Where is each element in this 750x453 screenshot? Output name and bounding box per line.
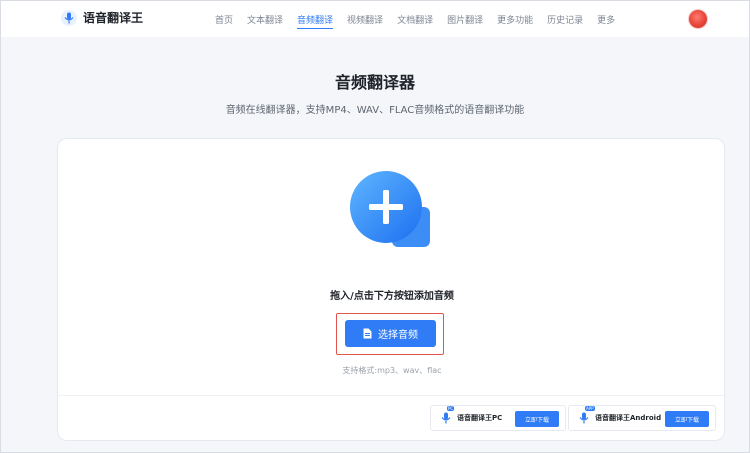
upload-card[interactable]: 拖入/点击下方按钮添加音频 选择音频 支持格式:mp3、wav、flac PC …	[57, 138, 725, 441]
nav-item-more[interactable]: 更多	[597, 13, 615, 26]
brand-logo[interactable]: 语音翻译王	[61, 9, 143, 26]
nav-item-audio-translate[interactable]: 音频翻译	[297, 13, 334, 29]
download-android-button[interactable]: 立即下载	[665, 411, 709, 427]
main-nav: 首页 文本翻译 音频翻译 视频翻译 文档翻译 图片翻译 更多功能 历史记录 更多	[215, 13, 615, 29]
page-title: 音频翻译器	[334, 73, 415, 92]
download-android-banner: APP 语音翻译王Android 立即下载	[568, 405, 716, 431]
select-audio-button[interactable]: 选择音频	[345, 320, 436, 347]
download-pc-banner: PC 语音翻译王PC 立即下载	[430, 405, 566, 431]
page-subtitle: 音频在线翻译器，支持MP4、WAV、FLAC音频格式的语音翻译功能	[225, 105, 525, 116]
user-avatar[interactable]	[689, 10, 707, 28]
microphone-logo-icon	[61, 9, 77, 26]
download-pc-button[interactable]: 立即下载	[515, 411, 559, 427]
microphone-pc-icon: PC	[439, 406, 455, 425]
card-divider	[58, 395, 724, 396]
download-pc-name: 语音翻译王PC	[457, 414, 503, 422]
nav-item-more-features[interactable]: 更多功能	[497, 13, 533, 26]
nav-item-text-translate[interactable]: 文本翻译	[247, 13, 283, 26]
brand-name: 语音翻译王	[83, 11, 144, 25]
add-file-icon[interactable]	[348, 171, 434, 251]
nav-item-image-translate[interactable]: 图片翻译	[447, 13, 483, 26]
nav-item-history[interactable]: 历史记录	[547, 13, 583, 26]
nav-item-document-translate[interactable]: 文档翻译	[397, 13, 433, 26]
download-android-name: 语音翻译王Android	[595, 414, 662, 422]
drop-hint-text: 拖入/点击下方按钮添加音频	[330, 291, 454, 302]
nav-item-video-translate[interactable]: 视频翻译	[347, 13, 383, 26]
pc-badge: PC	[447, 406, 455, 411]
supported-formats: 支持格式:mp3、wav、flac	[342, 366, 442, 375]
app-badge: APP	[585, 406, 595, 411]
file-icon	[363, 328, 372, 339]
nav-item-home[interactable]: 首页	[215, 13, 233, 26]
select-audio-label: 选择音频	[378, 330, 418, 341]
microphone-android-icon: APP	[577, 406, 595, 425]
top-header: 语音翻译王 首页 文本翻译 音频翻译 视频翻译 文档翻译 图片翻译 更多功能 历…	[1, 1, 749, 37]
